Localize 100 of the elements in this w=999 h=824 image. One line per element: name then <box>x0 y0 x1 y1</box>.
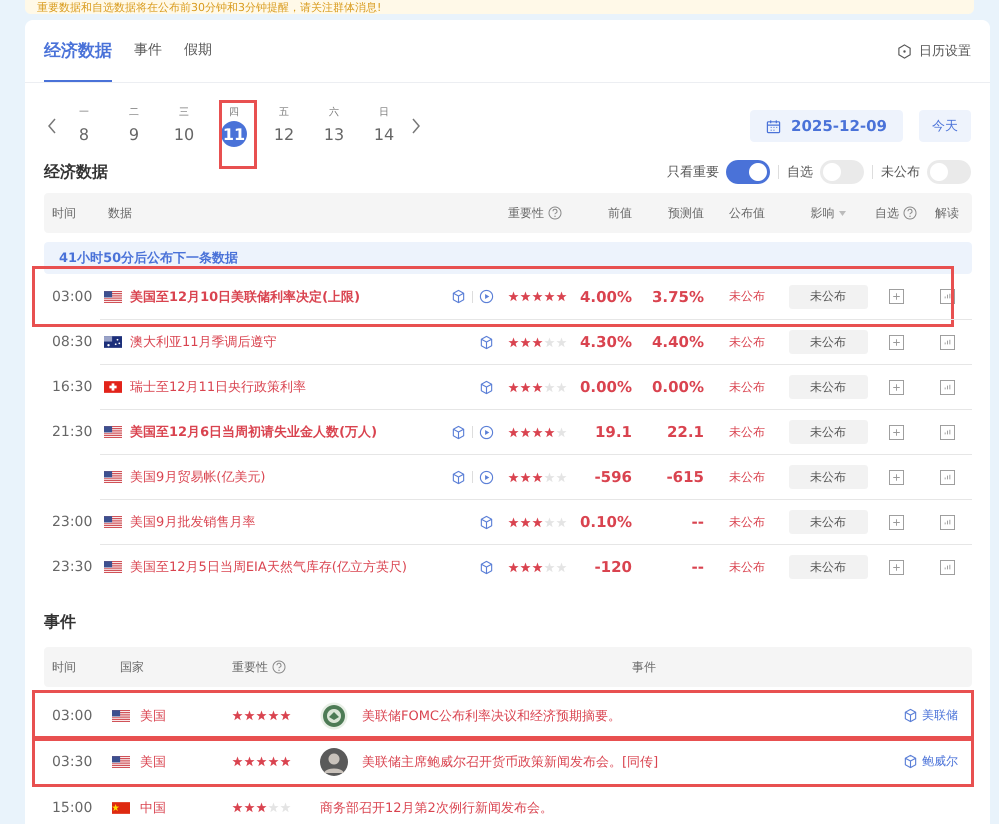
cube-icon[interactable] <box>451 470 466 484</box>
time-cell-text: 23:00 <box>51 514 94 530</box>
sort-caret-icon[interactable] <box>838 210 846 216</box>
tab[interactable]: 经济数据 <box>44 20 112 82</box>
help-icon[interactable] <box>903 206 917 220</box>
date-picker-button[interactable]: 2025-12-09 <box>750 110 903 142</box>
cube-icon[interactable] <box>451 289 466 304</box>
impact-button[interactable]: 未公布 <box>788 375 868 399</box>
add-watchlist-icon[interactable] <box>888 380 904 394</box>
previous-value: 0.10% <box>580 513 632 531</box>
time-cell-text: 03:30 <box>51 754 94 770</box>
filter-label: 自选 <box>787 164 813 181</box>
indicator-title[interactable]: 美国9月贸易帐(亿美元) <box>130 468 443 486</box>
countdown-banner: 41小时50分后公布下一条数据 <box>44 242 972 274</box>
us-flag-icon <box>112 756 130 768</box>
help-icon[interactable] <box>548 206 562 220</box>
forecast-value: 4.40% <box>652 333 704 351</box>
impact-button[interactable]: 未公布 <box>788 420 868 444</box>
time-cell-text: 08:30 <box>51 334 94 350</box>
calendar-settings-link[interactable]: 日历设置 <box>897 42 971 60</box>
time-cell-text: 03:00 <box>51 708 94 724</box>
actual-value: 未公布 <box>729 288 765 305</box>
event-description[interactable]: 美联储FOMC公布利率决议和经济预期摘要。 <box>362 706 622 724</box>
cube-icon[interactable] <box>903 708 918 723</box>
indicator-title[interactable]: 瑞士至12月11日央行政策利率 <box>130 378 471 396</box>
add-watchlist-icon[interactable] <box>888 470 904 484</box>
bar-chart-icon[interactable] <box>940 334 954 350</box>
indicator-title[interactable]: 澳大利亚11月季调后遵守 <box>130 333 471 351</box>
impact-button[interactable]: 未公布 <box>788 510 868 534</box>
tab[interactable]: 假期 <box>184 20 212 82</box>
cube-icon[interactable] <box>903 754 918 769</box>
cube-icon[interactable] <box>479 560 494 574</box>
seal-avatar-icon <box>320 702 348 730</box>
day-item[interactable]: 一 8 <box>62 105 106 147</box>
topic-link[interactable]: 美联储 <box>903 707 972 724</box>
column-header: 数据 <box>108 204 132 222</box>
forecast-value: 0.00% <box>652 378 704 396</box>
actual-value: 未公布 <box>729 468 765 486</box>
filter-label: 只看重要 <box>667 164 719 181</box>
previous-value: 0.00% <box>580 378 632 396</box>
play-icon[interactable] <box>479 289 494 304</box>
us-flag-icon <box>104 426 122 438</box>
day-item[interactable]: 五 12 <box>262 105 306 147</box>
column-header: 影响 <box>810 204 834 222</box>
column-header: 时间 <box>52 204 76 222</box>
cube-icon[interactable] <box>479 514 494 530</box>
bar-chart-icon[interactable] <box>940 514 954 530</box>
impact-button[interactable]: 未公布 <box>788 330 868 354</box>
play-icon[interactable] <box>479 470 494 484</box>
impact-button[interactable]: 未公布 <box>788 555 868 579</box>
event-description[interactable]: 美联储主席鲍威尔召开货币政策新闻发布会。[同传] <box>362 752 658 770</box>
toggle-switch[interactable] <box>726 160 770 184</box>
actual-value: 未公布 <box>729 514 765 530</box>
forecast-value: -615 <box>666 468 704 486</box>
indicator-title[interactable]: 美国至12月10日美联储利率决定(上限) <box>130 288 443 306</box>
add-watchlist-icon[interactable] <box>888 289 904 304</box>
play-icon[interactable] <box>479 424 494 440</box>
day-item[interactable]: 二 9 <box>112 105 156 147</box>
cube-icon[interactable] <box>451 424 466 440</box>
bar-chart-icon[interactable] <box>940 470 954 484</box>
column-header: 重要性 <box>508 204 544 222</box>
bar-chart-icon[interactable] <box>940 424 954 440</box>
actual-value: 未公布 <box>729 424 765 440</box>
cube-icon[interactable] <box>479 380 494 394</box>
event-description[interactable]: 商务部召开12月第2次例行新闻发布会。 <box>320 798 553 816</box>
cube-icon[interactable] <box>479 334 494 350</box>
indicator-title[interactable]: 美国至12月6日当周初请失业金人数(万人) <box>130 423 443 441</box>
actual-value: 未公布 <box>729 558 765 576</box>
today-button[interactable]: 今天 <box>919 110 971 142</box>
column-header: 预测值 <box>668 206 704 220</box>
column-header: 自选 <box>875 204 899 222</box>
day-item[interactable]: 六 13 <box>312 105 356 147</box>
impact-button[interactable]: 未公布 <box>788 284 868 308</box>
column-header: 前值 <box>608 206 632 220</box>
country-name: 美国 <box>140 754 166 770</box>
add-watchlist-icon[interactable] <box>888 424 904 440</box>
china-flag-icon <box>112 802 130 814</box>
bar-chart-icon[interactable] <box>940 560 954 574</box>
add-watchlist-icon[interactable] <box>888 560 904 574</box>
day-item[interactable]: 四 11 <box>212 105 256 147</box>
help-icon[interactable] <box>272 660 286 674</box>
add-watchlist-icon[interactable] <box>888 514 904 530</box>
time-cell-text: 23:30 <box>51 558 94 574</box>
column-header: 解读 <box>935 204 959 222</box>
day-item[interactable]: 日 14 <box>362 105 406 147</box>
impact-button[interactable]: 未公布 <box>788 465 868 489</box>
indicator-title[interactable]: 美国至12月5日当周EIA天然气库存(亿立方英尺) <box>130 558 471 576</box>
us-flag-icon <box>104 561 122 573</box>
topic-link[interactable]: 鲍威尔 <box>903 753 972 770</box>
section-title: 经济数据 <box>44 162 108 182</box>
day-item[interactable]: 三 10 <box>162 105 206 147</box>
column-header: 国家 <box>120 658 144 676</box>
column-header: 重要性 <box>232 658 268 676</box>
indicator-title[interactable]: 美国9月批发销售月率 <box>130 513 471 531</box>
previous-value: 4.30% <box>580 333 632 351</box>
us-flag-icon <box>112 710 130 722</box>
bar-chart-icon[interactable] <box>940 289 954 304</box>
add-watchlist-icon[interactable] <box>888 334 904 350</box>
tab[interactable]: 事件 <box>134 20 162 82</box>
bar-chart-icon[interactable] <box>940 380 954 394</box>
